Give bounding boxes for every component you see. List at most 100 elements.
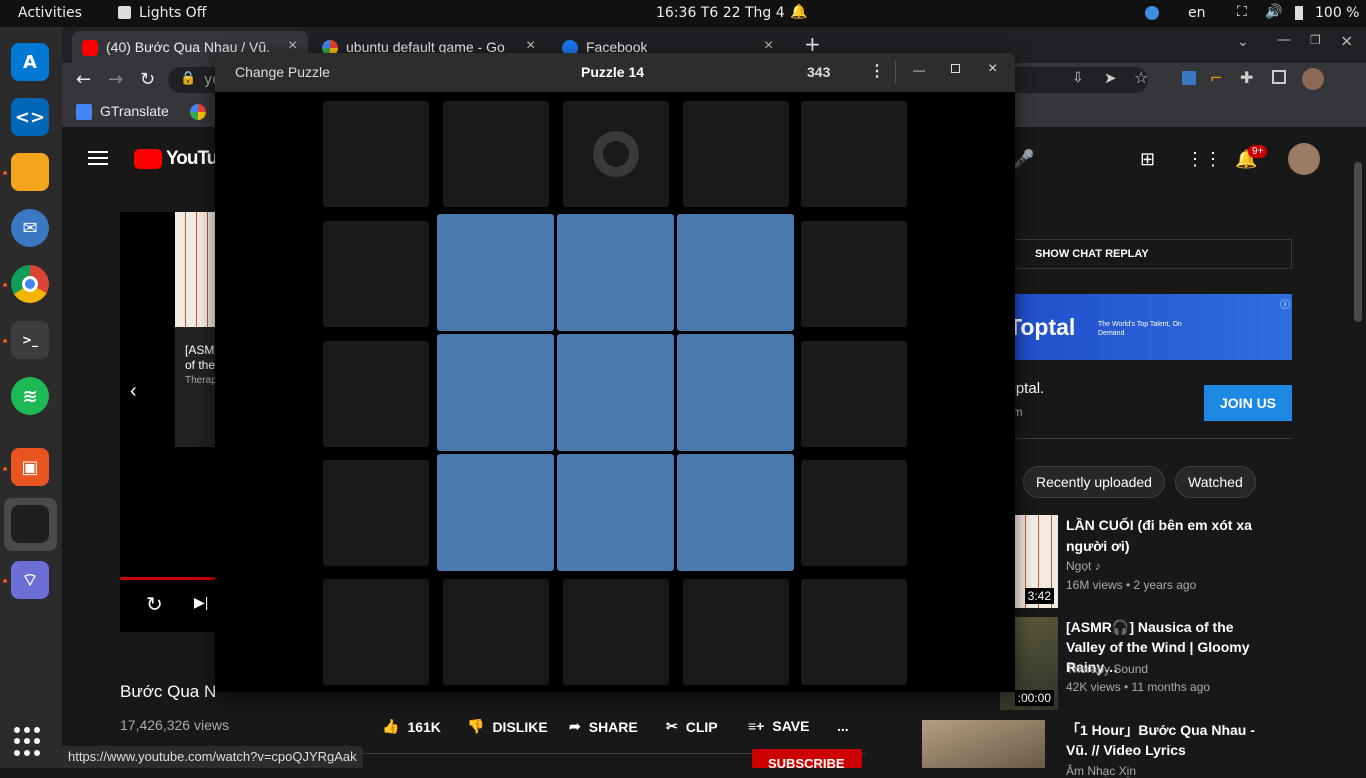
forward-icon[interactable]: → (108, 69, 123, 90)
close-window-icon[interactable]: × (1340, 31, 1353, 50)
hamburger-menu-icon[interactable] (88, 151, 108, 165)
light-cell-off[interactable] (323, 101, 429, 207)
bell-icon[interactable]: 🔔 (790, 4, 807, 20)
light-cell-on[interactable] (677, 334, 794, 451)
light-cell-on[interactable] (677, 454, 794, 571)
recommendation-channel[interactable]: Ngọt ♪ (1066, 559, 1101, 573)
network-icon[interactable]: ⛶ (1237, 4, 1247, 20)
light-cell-on[interactable] (437, 454, 554, 571)
light-cell-on[interactable] (677, 214, 794, 331)
subscribe-button[interactable]: SUBSCRIBE (752, 749, 862, 768)
dislike-button[interactable]: 👎 DISLIKE (467, 718, 548, 735)
profile-avatar[interactable] (1302, 68, 1324, 90)
light-cell-off[interactable] (683, 101, 789, 207)
light-cell-on[interactable] (557, 454, 674, 571)
lights-off-icon[interactable] (11, 505, 49, 543)
tab-search-icon[interactable]: ⌄ (1237, 34, 1249, 50)
light-cell-off[interactable] (563, 101, 669, 207)
light-cell-off[interactable] (801, 221, 907, 327)
light-cell-on[interactable] (437, 334, 554, 451)
show-chat-replay-button[interactable]: SHOW CHAT REPLAY (1000, 239, 1292, 269)
chip-recently-uploaded[interactable]: Recently uploaded (1023, 466, 1165, 498)
extensions-puzzle-icon[interactable]: ✚ (1240, 68, 1253, 87)
share-button[interactable]: ➦ SHARE (569, 718, 638, 735)
activities-button[interactable]: Activities (18, 5, 82, 21)
thunderbird-icon[interactable]: ✉ (11, 209, 49, 247)
light-cell-off[interactable] (443, 101, 549, 207)
scrollbar[interactable] (1354, 162, 1362, 322)
account-avatar[interactable] (1288, 143, 1320, 175)
terminal-icon[interactable]: >_ (11, 321, 49, 359)
light-cell-off[interactable] (801, 579, 907, 685)
spotify-icon[interactable]: ≋ (11, 377, 49, 415)
join-us-button[interactable]: JOIN US (1204, 385, 1292, 421)
language-indicator[interactable]: en (1188, 5, 1206, 21)
light-cell-off[interactable] (323, 341, 429, 447)
light-cell-off[interactable] (683, 579, 789, 685)
extension-icon[interactable]: ⌐ (1210, 69, 1223, 87)
battery-icon[interactable] (1295, 6, 1303, 20)
recommendation-thumbnail[interactable] (922, 720, 1045, 768)
light-cell-off[interactable] (443, 579, 549, 685)
replay-icon[interactable]: ↻ (146, 592, 163, 617)
chevron-left-icon[interactable]: ‹ (130, 380, 137, 403)
restore-icon[interactable]: ❐ (1310, 33, 1321, 47)
recommendation-channel[interactable]: Âm Nhạc Xịn (1066, 764, 1136, 778)
app-menu-label[interactable]: Lights Off (139, 5, 206, 21)
ad-banner[interactable]: Toptal The World's Top Talent, On Demand… (1000, 294, 1292, 360)
bookmark-star-icon[interactable]: ☆ (1134, 68, 1148, 87)
recommendation-title[interactable]: 「1 Hour」Bước Qua Nhau - Vũ. // Video Lyr… (1066, 720, 1276, 760)
vscode-icon[interactable]: <> (11, 98, 49, 136)
google-bookmark-icon[interactable] (190, 104, 206, 120)
change-puzzle-button[interactable]: Change Puzzle (235, 64, 330, 80)
bookmark-gtranslate[interactable]: GTranslate (100, 103, 169, 119)
battery-level[interactable]: 100 % (1315, 5, 1359, 21)
network-settings-icon[interactable]: ⌔ (11, 561, 49, 599)
apps-grid-icon[interactable]: ⋮⋮ (1186, 149, 1222, 170)
recommendation-channel[interactable]: Therapy Sound (1066, 662, 1148, 676)
youtube-logo-icon[interactable] (134, 149, 162, 169)
light-cell-off[interactable] (801, 341, 907, 447)
volume-icon[interactable]: 🔊 (1265, 4, 1282, 20)
send-icon[interactable]: ➤ (1104, 69, 1117, 87)
software-center-icon[interactable]: ▣ (11, 448, 49, 486)
menu-kebab-icon[interactable]: ⋮ (869, 61, 885, 81)
recommendation-title[interactable]: LẦN CUỐI (đi bên em xót xa người ơi) (1066, 515, 1266, 557)
save-button[interactable]: ≡+ SAVE (748, 718, 809, 734)
more-actions-button[interactable]: ... (837, 718, 849, 734)
create-video-icon[interactable]: ⊞ (1140, 149, 1155, 170)
extension-icon[interactable] (1182, 71, 1196, 85)
mic-icon[interactable]: 🎤 (1012, 149, 1034, 170)
chip-watched[interactable]: Watched (1175, 466, 1256, 498)
close-icon[interactable]: × (988, 60, 997, 78)
app-indicator-icon[interactable] (1145, 6, 1159, 20)
install-icon[interactable]: ⇩ (1072, 70, 1084, 86)
clip-button[interactable]: ✂ CLIP (666, 718, 718, 735)
next-icon[interactable]: ▶| (194, 594, 208, 611)
light-cell-off[interactable] (323, 221, 429, 327)
light-cell-off[interactable] (801, 460, 907, 566)
light-cell-off[interactable] (323, 460, 429, 566)
light-cell-off[interactable] (323, 579, 429, 685)
minimize-icon[interactable]: — (913, 63, 925, 77)
overlay-card[interactable]: [ASM of the Therap (175, 327, 215, 447)
light-cell-off[interactable] (801, 101, 907, 207)
chrome-icon[interactable] (11, 265, 49, 303)
back-icon[interactable]: ← (76, 69, 91, 90)
minimize-icon[interactable]: — (1277, 32, 1291, 48)
light-cell-off[interactable] (563, 579, 669, 685)
light-cell-on[interactable] (557, 334, 674, 451)
show-apps-icon[interactable] (14, 727, 44, 757)
info-icon[interactable]: ⓘ (1280, 296, 1290, 311)
maximize-icon[interactable] (951, 64, 960, 73)
reload-icon[interactable]: ↻ (140, 69, 155, 90)
like-button[interactable]: 👍 161K (382, 718, 441, 735)
progress-bar[interactable] (120, 577, 215, 580)
clock[interactable]: 16:36 T6 22 Thg 4 (656, 5, 785, 21)
light-cell-on[interactable] (437, 214, 554, 331)
light-cell-on[interactable] (557, 214, 674, 331)
video-player[interactable]: [ASM of the Therap ‹ ↻ ▶| (120, 212, 215, 632)
files-icon[interactable] (11, 153, 49, 191)
side-panel-icon[interactable] (1272, 70, 1286, 84)
azure-icon[interactable]: A (11, 43, 49, 81)
